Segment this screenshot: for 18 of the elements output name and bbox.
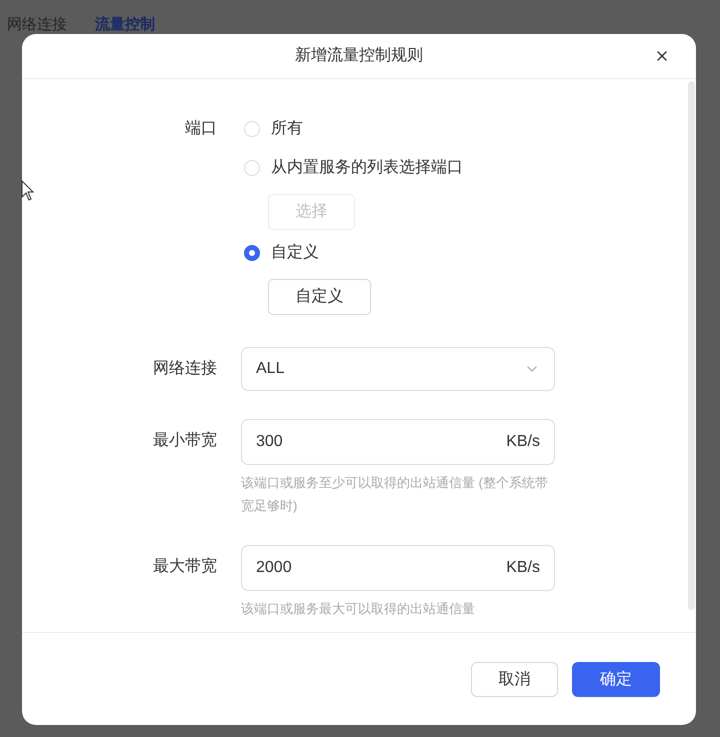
confirm-button[interactable]: 确定 bbox=[572, 662, 660, 697]
unit-label: KB/s bbox=[506, 558, 540, 578]
unit-label: KB/s bbox=[506, 432, 540, 452]
port-button[interactable]: 自定义 bbox=[268, 279, 371, 315]
cancel-button[interactable]: 取消 bbox=[471, 662, 558, 697]
field-label: 网络连接 bbox=[152, 358, 217, 379]
network-select[interactable]: ALL bbox=[241, 347, 555, 391]
bandwidth-input[interactable]: 300 KB/s bbox=[241, 419, 555, 465]
field-label: 最大带宽 bbox=[152, 556, 217, 577]
help-text: 该端口或服务至少可以取得的出站通信量 (整个系统带宽足够时) bbox=[241, 474, 549, 515]
radio-label: 从内置服务的列表选择端口 bbox=[271, 158, 463, 178]
radio-label: 所有 bbox=[271, 119, 303, 139]
dialog-title: 新增流量控制规则 bbox=[295, 46, 423, 66]
field-label: 端口 bbox=[184, 118, 217, 139]
bandwidth-input[interactable]: 2000 KB/s bbox=[241, 545, 555, 591]
help-text: 该端口或服务最大可以取得的出站通信量 bbox=[241, 600, 476, 618]
radio-label: 自定义 bbox=[271, 242, 319, 263]
field-label: 最小带宽 bbox=[152, 430, 217, 451]
